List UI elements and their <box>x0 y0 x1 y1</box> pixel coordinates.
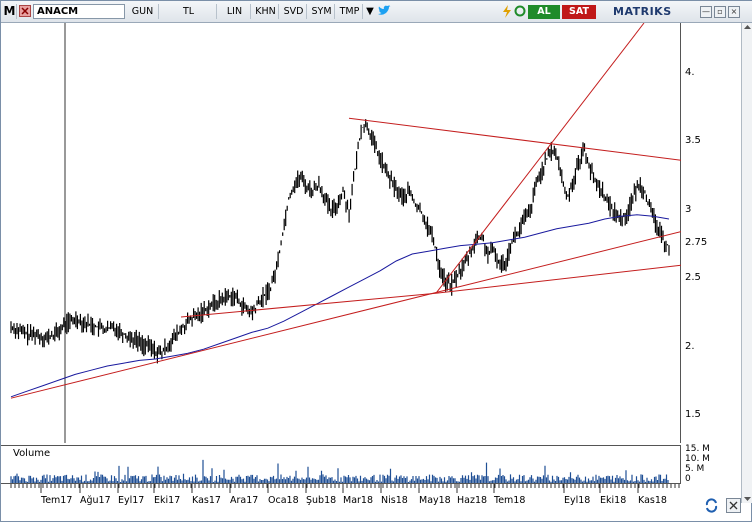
volume-tick: 5. M <box>685 464 705 474</box>
price-tick: 2.75 <box>685 237 708 248</box>
close-symbol-icon[interactable] <box>19 5 33 19</box>
time-axis: Tem17 Ağu17 Eyl17 Eki17 Kas17 Ara17 Oca1… <box>1 483 681 506</box>
time-tick: May18 <box>419 495 451 506</box>
close-icon[interactable] <box>726 498 741 513</box>
time-tick: Oca18 <box>268 495 299 506</box>
price-tick: 1.5 <box>685 409 701 420</box>
time-axis-ticks <box>10 484 680 493</box>
time-tick: Eyl18 <box>564 495 591 506</box>
volume-bars <box>10 459 669 484</box>
trendline <box>348 117 681 161</box>
time-tick: Eyl17 <box>118 495 145 506</box>
currency-button[interactable]: TL <box>161 4 217 19</box>
time-tick: Ağu17 <box>80 495 111 506</box>
time-tick: Tem18 <box>494 495 526 506</box>
refresh-icon[interactable] <box>704 498 719 513</box>
toolbar: M ANACM GUN TL LIN KHN SVD SYM TMP ▼ AL … <box>1 1 752 23</box>
khn-button[interactable]: KHN <box>253 4 279 19</box>
volume-panel[interactable] <box>1 445 681 484</box>
trendline <box>10 231 681 399</box>
price-tick: 3 <box>685 204 692 215</box>
price-axis: 4. 3.5 3 2.75 2.5 2. 1.5 <box>681 23 741 443</box>
volume-axis: 15. M 10. M 5. M 0 <box>681 444 741 484</box>
chart-window: M ANACM GUN TL LIN KHN SVD SYM TMP ▼ AL … <box>0 0 752 522</box>
sym-button[interactable]: SYM <box>309 4 335 19</box>
period-button[interactable]: GUN <box>127 4 159 19</box>
brand-logo: MATRIKS <box>613 5 672 18</box>
price-series <box>10 119 670 364</box>
buy-button[interactable]: AL <box>528 5 560 19</box>
volume-tick: 0 <box>685 474 691 484</box>
volume-tick: 15. M <box>685 444 710 454</box>
lightning-icon[interactable] <box>501 5 515 19</box>
app-logo[interactable]: M <box>3 4 17 19</box>
time-tick: Eki18 <box>600 495 627 506</box>
symbol-input[interactable]: ANACM <box>33 4 125 19</box>
time-tick: Kas17 <box>192 495 221 506</box>
tmp-button[interactable]: TMP <box>337 4 363 19</box>
time-tick: Mar18 <box>343 495 374 506</box>
moving-average-line <box>10 214 670 398</box>
dropdown-icon[interactable]: ▼ <box>363 5 377 19</box>
trendline <box>435 23 645 294</box>
time-tick: Şub18 <box>306 495 337 506</box>
refresh-green-icon[interactable] <box>514 5 528 19</box>
minimize-icon[interactable]: — <box>700 6 712 18</box>
price-tick: 3.5 <box>685 135 701 146</box>
time-tick: Ara17 <box>230 495 259 506</box>
price-tick: 2.5 <box>685 272 701 283</box>
sell-button[interactable]: SAT <box>562 5 596 19</box>
time-tick: Eki17 <box>154 495 181 506</box>
scale-button[interactable]: LIN <box>219 4 251 19</box>
time-tick: Kas18 <box>638 495 667 506</box>
restore-icon[interactable]: ▫ <box>714 6 726 18</box>
price-tick: 2. <box>685 341 695 352</box>
svd-button[interactable]: SVD <box>281 4 307 19</box>
twitter-icon[interactable] <box>377 5 391 19</box>
time-tick: Nis18 <box>381 495 408 506</box>
trendline <box>435 264 681 294</box>
vertical-scrollbar[interactable] <box>741 23 752 503</box>
time-tick: Tem17 <box>41 495 73 506</box>
close-window-icon[interactable]: × <box>728 6 740 18</box>
time-tick: Haz18 <box>457 495 488 506</box>
volume-tick: 10. M <box>685 454 710 464</box>
price-tick: 4. <box>685 67 695 78</box>
price-chart-area[interactable] <box>1 23 681 443</box>
